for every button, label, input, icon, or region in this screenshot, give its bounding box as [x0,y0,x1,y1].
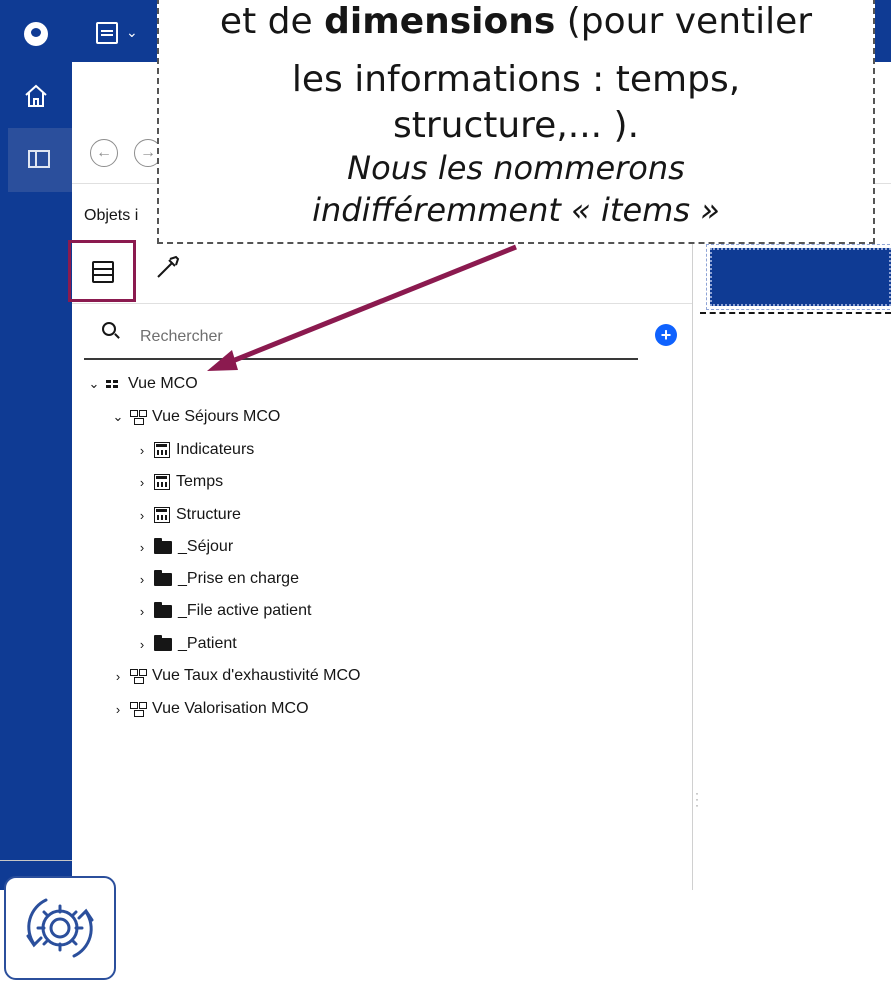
tree-node-label: Indicateurs [176,441,255,458]
namespace-icon [130,669,146,684]
chevron-down-icon[interactable]: ⌄ [86,376,102,392]
chevron-right-icon[interactable]: › [134,540,150,555]
callout-line-2: les informations : temps, [291,59,741,100]
side-panel-button[interactable] [8,128,72,192]
home-icon[interactable] [18,78,54,114]
tree-node-label: _Séjour [178,538,234,555]
chevron-right-icon[interactable]: › [134,508,150,523]
tree-node-label: Vue Valorisation MCO [152,700,309,717]
search-input[interactable] [84,316,638,360]
canvas-selected-block[interactable] [706,244,891,310]
tree-node-vue-mco[interactable]: ⌄ Vue MCO [86,371,198,397]
folder-icon [154,634,172,651]
callout-line-5: indifféremment « items » [312,191,720,229]
save-icon[interactable] [96,22,118,44]
save-menu-caret[interactable]: ⌄ [126,24,138,41]
tree-node-prise-en-charge[interactable]: › _Prise en charge [134,566,299,592]
namespace-icon [130,702,146,717]
tab-data-items[interactable] [68,240,136,302]
tree-node-vue-sejours[interactable]: ⌄ Vue Séjours MCO [110,404,280,430]
callout-line-3: structure,... ). [392,105,640,146]
tree-node-label: Temps [176,473,224,490]
chevron-right-icon[interactable]: › [110,702,126,717]
tree-node-label: Vue Séjours MCO [152,408,281,425]
tree-node-label: Vue MCO [128,375,198,392]
settings-refresh-icon [26,898,94,958]
measure-dimension-icon [154,507,170,523]
bottom-divider [0,860,72,861]
back-button[interactable]: ← [90,139,118,167]
folder-icon [154,537,172,554]
search-icon [102,322,116,336]
package-icon [106,378,122,390]
tree-node-patient[interactable]: › _Patient [134,631,237,657]
tree-node-label: Structure [176,506,241,523]
tree-node-structure[interactable]: › Structure [134,502,241,528]
tree-node-temps[interactable]: › Temps [134,469,223,495]
hammer-icon [157,255,180,278]
chevron-down-icon[interactable]: ⌄ [110,409,126,425]
database-icon [92,261,114,283]
chevron-right-icon[interactable]: › [134,637,150,652]
tab-tools[interactable] [148,252,188,292]
tree-node-label: _Patient [178,635,237,652]
panel-splitter[interactable] [692,184,693,890]
tree-node-vue-taux-exhaustivite[interactable]: › Vue Taux d'exhaustivité MCO [110,663,361,689]
add-button[interactable]: + [655,324,677,346]
canvas-drop-zone [700,312,891,314]
tree-node-label: _Prise en charge [178,570,299,587]
chevron-right-icon[interactable]: › [134,604,150,619]
tree-node-file-active-patient[interactable]: › _File active patient [134,598,311,624]
tree-node-label: _File active patient [178,602,312,619]
namespace-icon [130,410,146,425]
tree-node-label: Vue Taux d'exhaustivité MCO [152,667,361,684]
folder-icon [154,601,172,618]
settings-refresh-button[interactable] [4,876,116,980]
app-logo-icon[interactable] [24,22,48,46]
panel-title: Objets i [84,207,139,224]
splitter-grip-icon[interactable]: · · · [695,787,699,811]
tabs-divider [72,303,692,304]
tree-node-indicateurs[interactable]: › Indicateurs [134,437,254,463]
tree-node-sejour[interactable]: › _Séjour [134,534,233,560]
chevron-right-icon[interactable]: › [110,669,126,684]
side-panel-icon [28,150,50,168]
callout-box: et de dimensions (pour ventiler les info… [157,0,875,244]
callout-line-4: Nous les nommerons [347,149,685,187]
folder-icon [154,569,172,586]
callout-line-1: et de dimensions (pour ventiler [219,1,813,42]
chevron-right-icon[interactable]: › [134,475,150,490]
chevron-right-icon[interactable]: › [134,572,150,587]
chevron-right-icon[interactable]: › [134,443,150,458]
measure-dimension-icon [154,474,170,490]
measure-dimension-icon [154,442,170,458]
tree-node-vue-valorisation[interactable]: › Vue Valorisation MCO [110,696,309,722]
